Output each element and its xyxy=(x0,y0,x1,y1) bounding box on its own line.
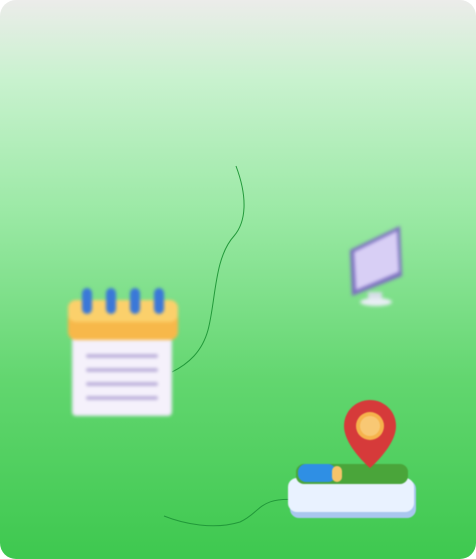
background-card xyxy=(0,0,476,559)
map-location-pin-icon xyxy=(288,400,416,518)
notepad-icon xyxy=(68,288,178,416)
curve-line-lower xyxy=(163,498,301,527)
monitor-icon xyxy=(350,226,402,306)
